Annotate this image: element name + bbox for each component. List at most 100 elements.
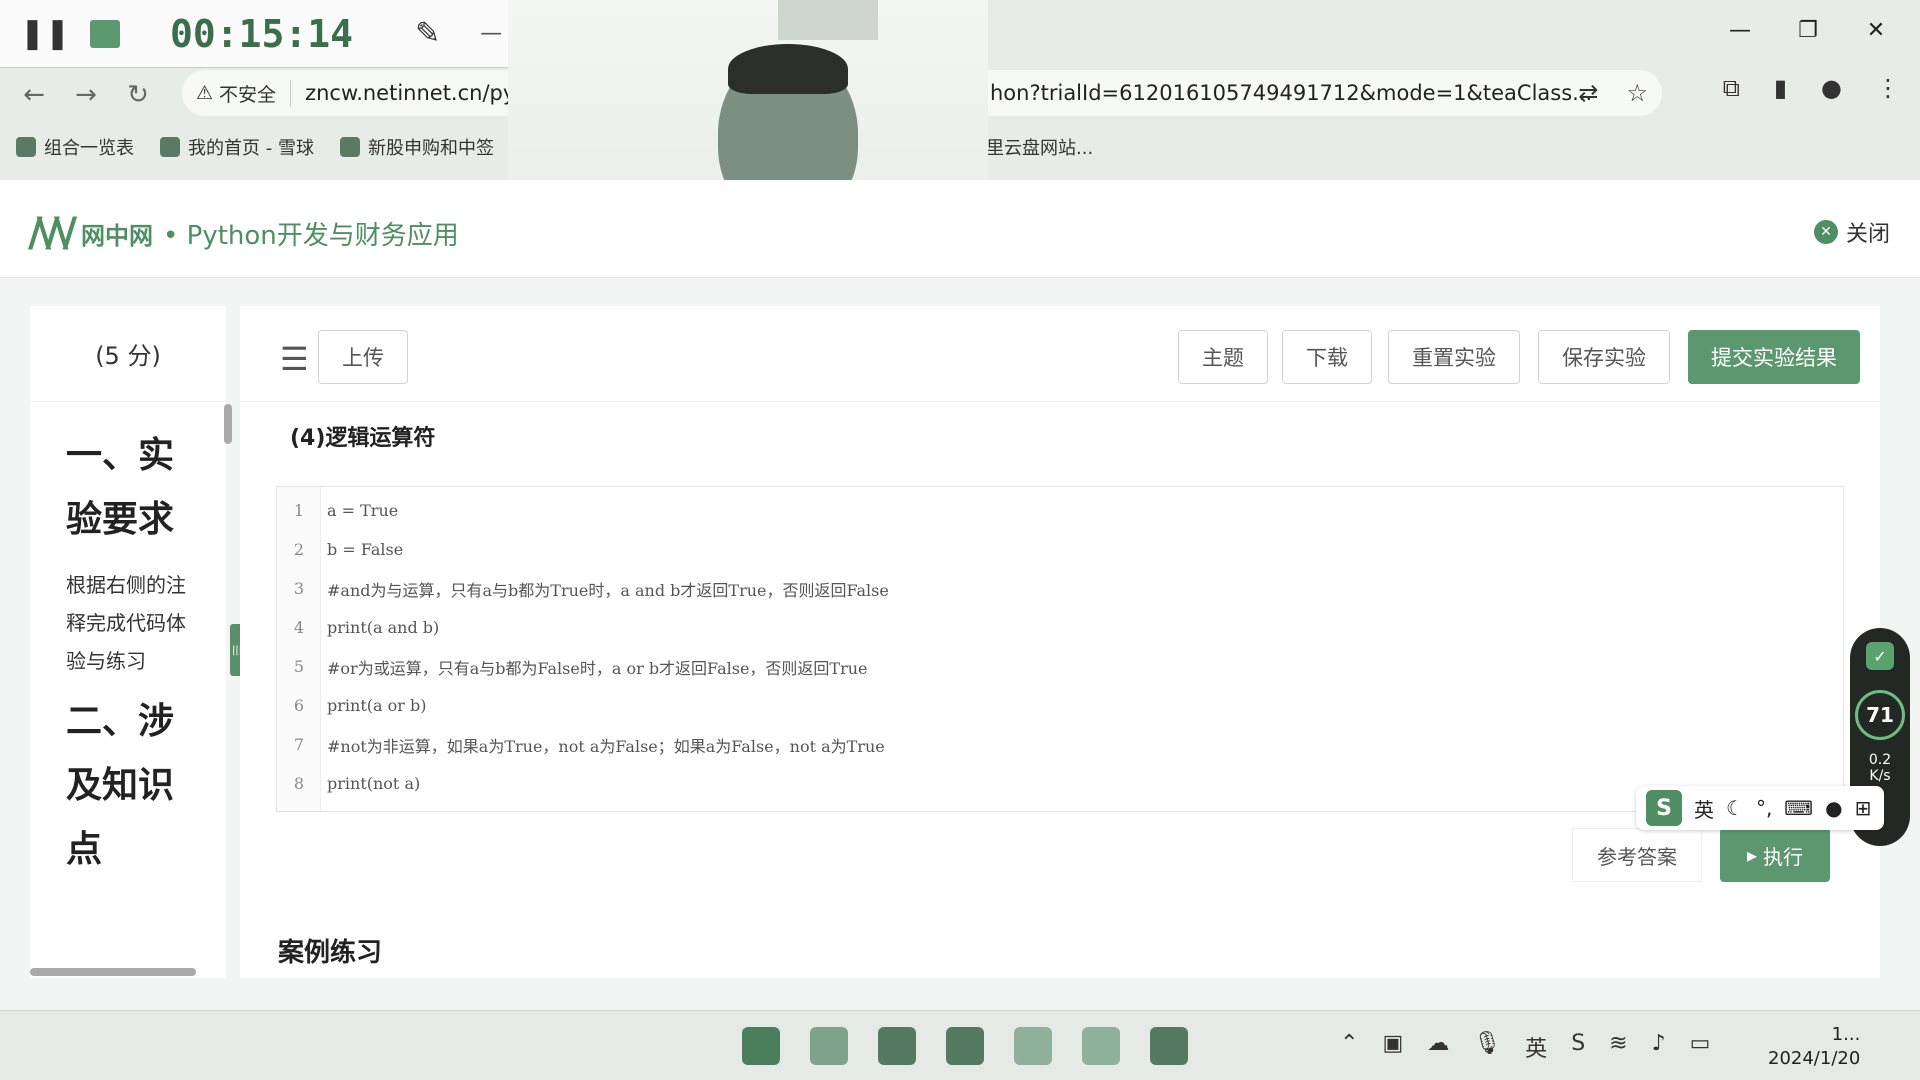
file-explorer-icon[interactable]: [810, 1027, 848, 1065]
code-line[interactable]: 2 b = False: [277, 530, 1843, 569]
run-label: 执行: [1763, 844, 1804, 869]
code-line[interactable]: 1 a = True: [277, 491, 1843, 530]
profile-icon[interactable]: ●: [1821, 74, 1842, 102]
cloud-icon[interactable]: ☁: [1427, 1031, 1449, 1063]
outline-toggle-icon[interactable]: ☰: [280, 340, 309, 378]
reload-icon[interactable]: ↻: [112, 75, 164, 115]
line-number: 5: [293, 657, 305, 676]
bookmarks-bar: 组合一览表 我的首页 - 雪球 新股申购和中签: [16, 134, 494, 160]
battery-icon[interactable]: ▭: [1690, 1031, 1711, 1063]
system-tray: ⌃ ▣ ☁ 🎙 英 S ≋ ♪ ▭: [1340, 1031, 1710, 1063]
browser-icon[interactable]: [1014, 1027, 1052, 1065]
code-line[interactable]: 6 print(a or b): [277, 686, 1843, 725]
star-icon[interactable]: ☆: [1626, 79, 1648, 107]
recorder-minimize-icon[interactable]: —: [480, 21, 502, 46]
clock-date: 2024/1/20: [1768, 1048, 1861, 1069]
taskbar-clock[interactable]: 1... 2024/1/20: [1768, 1023, 1860, 1071]
forward-icon[interactable]: →: [60, 75, 112, 115]
presenter-hair: [728, 44, 848, 94]
code-text: #or为或运算，只有a与b都为False时，a or b才返回False，否则返…: [327, 658, 868, 678]
recording-timer: 00:15:14: [170, 11, 354, 56]
close-button[interactable]: ✕ 关闭: [1813, 216, 1890, 248]
close-window-icon[interactable]: ✕: [1842, 10, 1910, 50]
code-editor[interactable]: 1 a = True 2 b = False 3 #and为与运算，只有a与b都为Tr…: [276, 486, 1844, 812]
instructions-content: 一、实验要求 根据右侧的注释完成代码体验与练习 二、涉及知识点: [66, 424, 196, 882]
reference-answer-button[interactable]: 参考答案: [1572, 828, 1702, 882]
code-text: #not为非运算，如果a为True，not a为False；如果a为False，…: [327, 736, 885, 756]
code-line[interactable]: 7 #not为非运算，如果a为True，not a为False；如果a为False…: [277, 725, 1843, 764]
windows-start-icon[interactable]: [742, 1027, 780, 1065]
bookmark-item[interactable]: 我的首页 - 雪球: [160, 134, 314, 160]
app-icon[interactable]: [946, 1027, 984, 1065]
horizontal-scrollbar[interactable]: [30, 968, 196, 976]
bookmark-item-cut[interactable]: 里云盘网站...: [986, 134, 1093, 160]
window-controls: — ❐ ✕: [1706, 10, 1910, 50]
bird-app-icon[interactable]: [878, 1027, 916, 1065]
omnibox-icons: ⇄ ☆: [1578, 79, 1648, 107]
settings-app-icon[interactable]: [1082, 1027, 1120, 1065]
taskbar: ⌃ ▣ ☁ 🎙 英 S ≋ ♪ ▭ 1... 2024/1/20: [0, 1010, 1920, 1080]
close-label: 关闭: [1845, 222, 1890, 247]
case-practice-title: 案例练习: [278, 938, 383, 968]
security-warning[interactable]: ⚠ 不安全: [196, 79, 292, 107]
restore-icon[interactable]: ❐: [1774, 10, 1842, 50]
save-experiment-button[interactable]: 保存实验: [1538, 330, 1670, 384]
bookmark-label: 我的首页 - 雪球: [188, 138, 314, 159]
keyboard-icon[interactable]: ⌨: [1784, 796, 1813, 820]
menu-icon[interactable]: ⋮: [1876, 74, 1900, 102]
bookmark-item[interactable]: 组合一览表: [16, 134, 134, 160]
submit-results-button[interactable]: 提交实验结果: [1688, 330, 1860, 384]
reset-experiment-button[interactable]: 重置实验: [1388, 330, 1520, 384]
extensions-icon[interactable]: ⧉: [1723, 74, 1740, 102]
ime-toolbar[interactable]: S 英 ☾ °, ⌨ ● ⊞: [1636, 786, 1884, 830]
code-line[interactable]: 3 #and为与运算，只有a与b都为True时，a and b才返回True，否则…: [277, 569, 1843, 608]
bookmark-icon: [160, 137, 180, 157]
code-text: a = True: [327, 501, 399, 520]
bookmark-icon: [16, 137, 36, 157]
code-text: print(not a): [327, 774, 421, 793]
user-icon[interactable]: ●: [1825, 796, 1842, 820]
theme-button[interactable]: 主题: [1178, 330, 1268, 384]
pen-icon[interactable]: ✎: [415, 16, 440, 51]
bookmark-label: 组合一览表: [44, 138, 134, 159]
punctuation-icon[interactable]: °,: [1756, 796, 1772, 820]
score-label: (5 分): [30, 306, 226, 402]
minimize-icon[interactable]: —: [1706, 10, 1774, 50]
security-label: 不安全: [219, 83, 277, 106]
memory-percent: 71: [1855, 690, 1905, 740]
translate-icon[interactable]: ⇄: [1578, 79, 1598, 107]
sidepanel-icon[interactable]: ▮: [1774, 74, 1787, 102]
snipping-tool-icon[interactable]: [1150, 1027, 1188, 1065]
play-icon: ▸: [1746, 843, 1758, 867]
upload-button[interactable]: 上传: [318, 330, 408, 384]
course-title: • Python开发与财务应用: [163, 220, 459, 251]
bookmark-item[interactable]: 新股申购和中签: [339, 134, 494, 160]
ime-tray-icon[interactable]: 英: [1525, 1031, 1547, 1063]
line-number: 8: [293, 774, 305, 793]
page-header: /\/\/ 网中网 • Python开发与财务应用 ✕ 关闭: [0, 180, 1920, 278]
logo-mark-icon: /\/\/: [28, 210, 77, 256]
grid-icon[interactable]: ⊞: [1855, 796, 1872, 820]
pause-icon[interactable]: ❚❚: [0, 16, 90, 51]
run-button[interactable]: ▸ 执行: [1720, 828, 1830, 882]
chevron-up-icon[interactable]: ⌃: [1340, 1031, 1358, 1063]
code-line[interactable]: 5 #or为或运算，只有a与b都为False时，a or b才返回False，否则…: [277, 647, 1843, 686]
volume-icon[interactable]: ♪: [1652, 1031, 1666, 1063]
stop-icon[interactable]: [90, 19, 120, 48]
moon-icon[interactable]: ☾: [1726, 796, 1744, 820]
sogou-icon[interactable]: S: [1571, 1031, 1585, 1063]
line-number: 6: [293, 696, 305, 715]
url-text-start: zncw.netinnet.cn/pyt: [305, 81, 524, 105]
code-line[interactable]: 4 print(a and b): [277, 608, 1843, 647]
line-number: 4: [293, 618, 305, 637]
microphone-icon[interactable]: 🎙: [1473, 1031, 1501, 1063]
experiment-toolbar: ☰ 上传 主题 下载 重置实验 保存实验 提交实验结果: [240, 306, 1880, 402]
vertical-scrollbar[interactable]: [224, 404, 232, 444]
wifi-icon[interactable]: ≋: [1609, 1031, 1627, 1063]
ime-mode[interactable]: 英: [1694, 794, 1714, 823]
code-line[interactable]: 8 print(not a): [277, 764, 1843, 803]
back-icon[interactable]: ←: [8, 75, 60, 115]
download-button[interactable]: 下载: [1282, 330, 1372, 384]
tray-app-icon[interactable]: ▣: [1382, 1031, 1403, 1063]
ime-logo-icon: S: [1646, 790, 1682, 826]
